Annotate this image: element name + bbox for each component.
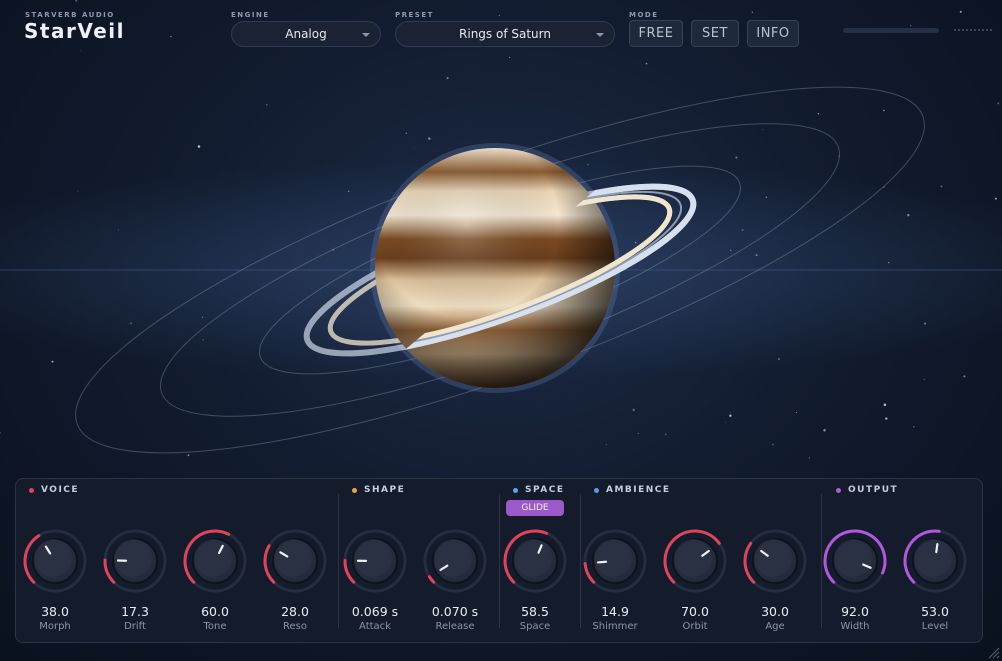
space-dot-icon bbox=[513, 487, 518, 493]
star bbox=[910, 25, 912, 27]
level-value: 53.0 bbox=[921, 604, 949, 619]
release-knob[interactable] bbox=[423, 529, 487, 593]
morph-knob[interactable] bbox=[23, 529, 87, 593]
chevron-down-icon bbox=[596, 33, 604, 37]
preset-select[interactable]: Rings of Saturn bbox=[395, 21, 615, 47]
width-knob[interactable] bbox=[823, 529, 887, 593]
section-ambience-title: AMBIENCE bbox=[606, 485, 671, 495]
release-value: 0.070 s bbox=[431, 604, 479, 619]
star bbox=[75, 0, 78, 2]
output-dot-icon bbox=[836, 487, 841, 493]
knob-highlight bbox=[674, 539, 712, 577]
section-voice-title: VOICE bbox=[41, 485, 80, 495]
preset-label: PRESET bbox=[395, 11, 434, 19]
release-label: Release bbox=[435, 621, 475, 632]
section-shape-title: SHAPE bbox=[364, 485, 406, 495]
ambience-dot-icon bbox=[594, 487, 599, 493]
shimmer-value: 14.9 bbox=[601, 604, 629, 619]
section-voice: VOICE bbox=[29, 485, 79, 495]
engine-select[interactable]: Analog bbox=[231, 21, 381, 47]
knob-value-arc bbox=[427, 575, 436, 584]
drift-label: Drift bbox=[124, 621, 146, 632]
space-label: Space bbox=[519, 621, 551, 632]
section-ambience: AMBIENCE bbox=[594, 485, 671, 495]
level-knob[interactable] bbox=[903, 529, 967, 593]
mode-info-button[interactable]: INFO bbox=[747, 20, 799, 47]
star bbox=[509, 56, 511, 58]
drift-value: 17.3 bbox=[121, 604, 149, 619]
knob-highlight bbox=[274, 539, 312, 577]
drift-knob[interactable] bbox=[103, 529, 167, 593]
plugin-window: STARVERB AUDIO StarVeil ENGINE Analog PR… bbox=[0, 0, 1002, 661]
level-meter bbox=[843, 28, 939, 33]
knob-highlight bbox=[114, 539, 152, 577]
resize-grip-icon[interactable] bbox=[986, 645, 1000, 659]
knob-highlight bbox=[594, 539, 632, 577]
orbit-knob[interactable] bbox=[663, 529, 727, 593]
morph-value: 38.0 bbox=[41, 604, 69, 619]
tone-knob[interactable] bbox=[183, 529, 247, 593]
mode-label: MODE bbox=[629, 11, 659, 19]
preset-value: Rings of Saturn bbox=[459, 27, 551, 41]
attack-knob[interactable] bbox=[343, 529, 407, 593]
plugin-title: StarVeil bbox=[24, 19, 125, 43]
saturn-visualizer[interactable] bbox=[0, 60, 1002, 470]
section-output-title: OUTPUT bbox=[848, 485, 899, 495]
star bbox=[79, 50, 81, 52]
section-space: SPACE bbox=[513, 485, 564, 495]
morph-label: Morph bbox=[39, 621, 71, 632]
star bbox=[959, 10, 962, 13]
knob-highlight bbox=[194, 539, 232, 577]
section-shape: SHAPE bbox=[352, 485, 405, 495]
shimmer-knob[interactable] bbox=[583, 529, 647, 593]
section-space-title: SPACE bbox=[525, 485, 565, 495]
knob-highlight bbox=[754, 539, 792, 577]
age-value: 30.0 bbox=[761, 604, 789, 619]
space-knob[interactable] bbox=[503, 529, 567, 593]
knob-highlight bbox=[354, 539, 392, 577]
attack-value: 0.069 s bbox=[351, 604, 399, 619]
knob-highlight bbox=[834, 539, 872, 577]
shimmer-label: Shimmer bbox=[592, 621, 638, 632]
meter-dots bbox=[954, 29, 992, 31]
width-value: 92.0 bbox=[841, 604, 869, 619]
shape-dot-icon bbox=[352, 487, 357, 493]
age-label: Age bbox=[765, 621, 785, 632]
mode-set-button[interactable]: SET bbox=[691, 20, 739, 47]
engine-label: ENGINE bbox=[231, 11, 270, 19]
tone-label: Tone bbox=[203, 621, 227, 632]
company-name: STARVERB AUDIO bbox=[25, 11, 115, 19]
knob-pointer bbox=[596, 560, 608, 564]
level-label: Level bbox=[921, 621, 949, 632]
orbit-label: Orbit bbox=[682, 621, 708, 632]
star bbox=[751, 11, 754, 13]
glide-button[interactable]: GLIDE bbox=[506, 500, 564, 516]
orbit-value: 70.0 bbox=[681, 604, 709, 619]
star bbox=[498, 14, 500, 16]
attack-label: Attack bbox=[359, 621, 391, 632]
reso-label: Reso bbox=[283, 621, 307, 632]
knob-highlight bbox=[34, 539, 72, 577]
chevron-down-icon bbox=[362, 33, 370, 37]
reso-knob[interactable] bbox=[263, 529, 327, 593]
space-value: 58.5 bbox=[521, 604, 549, 619]
engine-value: Analog bbox=[285, 27, 327, 41]
knob-value-arc bbox=[583, 561, 596, 584]
mode-free-button[interactable]: FREE bbox=[629, 20, 683, 47]
knob-highlight bbox=[514, 539, 552, 577]
voice-dot-icon bbox=[29, 487, 34, 493]
section-output: OUTPUT bbox=[836, 485, 898, 495]
knob-highlight bbox=[914, 539, 952, 577]
knob-pointer bbox=[935, 543, 939, 554]
width-label: Width bbox=[840, 621, 870, 632]
age-knob[interactable] bbox=[743, 529, 807, 593]
knob-highlight bbox=[434, 539, 472, 577]
reso-value: 28.0 bbox=[281, 604, 309, 619]
star bbox=[170, 36, 172, 38]
tone-value: 60.0 bbox=[201, 604, 229, 619]
